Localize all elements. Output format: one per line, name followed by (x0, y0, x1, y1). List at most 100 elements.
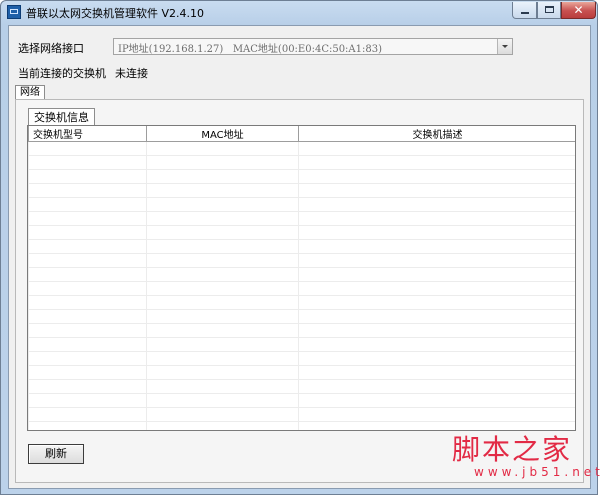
table-cell (146, 407, 299, 422)
table-cell (28, 421, 147, 430)
table-row (28, 141, 575, 156)
switch-table[interactable]: 交换机型号 MAC地址 交换机描述 (27, 125, 576, 431)
maximize-button[interactable] (537, 2, 561, 19)
table-cell (298, 421, 575, 430)
table-cell (298, 407, 575, 422)
table-row (28, 421, 575, 430)
table-cell (28, 253, 147, 268)
table-cell (298, 309, 575, 324)
watermark-url: www.jb51.net (474, 465, 600, 479)
table-cell (298, 281, 575, 296)
table-row (28, 351, 575, 366)
table-cell (146, 351, 299, 366)
table-header-row: 交换机型号 MAC地址 交换机描述 (28, 126, 575, 142)
table-cell (146, 169, 299, 184)
table-cell (298, 351, 575, 366)
table-cell (28, 309, 147, 324)
minimize-button[interactable] (512, 2, 537, 19)
table-cell (146, 365, 299, 380)
table-row (28, 211, 575, 226)
app-window: 普联以太网交换机管理软件 V2.4.10 ✕ 选择网络接口 IP地址(192.1… (0, 0, 598, 495)
minimize-icon (521, 12, 529, 14)
table-cell (298, 295, 575, 310)
table-cell (28, 365, 147, 380)
watermark-logo-text: 脚本之家 (452, 433, 573, 466)
table-cell (298, 169, 575, 184)
table-cell (298, 337, 575, 352)
table-cell (298, 267, 575, 282)
title-bar[interactable]: 普联以太网交换机管理软件 V2.4.10 ✕ (1, 1, 597, 25)
table-cell (28, 197, 147, 212)
network-panel: 交换机信息 交换机型号 MAC地址 交换机描述 刷新 (15, 99, 584, 483)
interface-select-value: IP地址(192.168.1.27) MAC地址(00:E0:4C:50:A1:… (118, 44, 383, 55)
table-cell (28, 225, 147, 240)
table-cell (298, 379, 575, 394)
table-cell (146, 337, 299, 352)
table-row (28, 281, 575, 296)
table-cell (28, 141, 147, 156)
table-row (28, 169, 575, 184)
table-row (28, 295, 575, 310)
table-cell (146, 421, 299, 430)
table-row (28, 379, 575, 394)
tab-switch-info[interactable]: 交换机信息 (28, 108, 95, 126)
table-cell (298, 393, 575, 408)
table-cell (298, 225, 575, 240)
table-cell (28, 155, 147, 170)
table-cell (28, 337, 147, 352)
table-row (28, 337, 575, 352)
table-row (28, 155, 575, 170)
table-row (28, 225, 575, 240)
app-icon[interactable] (7, 5, 21, 19)
interface-select[interactable]: IP地址(192.168.1.27) MAC地址(00:E0:4C:50:A1:… (113, 38, 513, 55)
column-header-model[interactable]: 交换机型号 (28, 126, 147, 142)
table-cell (146, 295, 299, 310)
table-cell (28, 379, 147, 394)
close-icon: ✕ (573, 3, 584, 17)
connection-label: 当前连接的交换机 (18, 67, 106, 80)
tab-network[interactable]: 网络 (15, 85, 45, 100)
table-row (28, 183, 575, 198)
column-header-description[interactable]: 交换机描述 (298, 126, 575, 142)
window-title: 普联以太网交换机管理软件 V2.4.10 (26, 7, 205, 20)
table-cell (298, 253, 575, 268)
close-button[interactable]: ✕ (561, 2, 596, 19)
table-row (28, 407, 575, 422)
table-row (28, 309, 575, 324)
table-cell (298, 211, 575, 226)
table-cell (146, 323, 299, 338)
table-cell (146, 309, 299, 324)
table-cell (298, 323, 575, 338)
table-cell (298, 239, 575, 254)
table-cell (298, 365, 575, 380)
interface-label: 选择网络接口 (18, 42, 84, 55)
table-row (28, 267, 575, 282)
table-cell (146, 253, 299, 268)
refresh-button[interactable]: 刷新 (28, 444, 84, 464)
table-cell (298, 183, 575, 198)
table-cell (146, 141, 299, 156)
table-cell (146, 267, 299, 282)
table-cell (28, 267, 147, 282)
table-cell (28, 183, 147, 198)
table-cell (146, 393, 299, 408)
table-cell (146, 211, 299, 226)
table-cell (28, 211, 147, 226)
table-row (28, 239, 575, 254)
chevron-down-icon[interactable] (497, 39, 512, 54)
table-cell (28, 239, 147, 254)
table-row (28, 253, 575, 268)
table-cell (146, 225, 299, 240)
table-row (28, 393, 575, 408)
table-cell (298, 155, 575, 170)
client-area: 选择网络接口 IP地址(192.168.1.27) MAC地址(00:E0:4C… (8, 25, 591, 489)
connection-status: 未连接 (115, 67, 148, 80)
column-header-mac[interactable]: MAC地址 (146, 126, 299, 142)
table-cell (28, 393, 147, 408)
table-row (28, 365, 575, 380)
table-cell (146, 197, 299, 212)
table-cell (28, 323, 147, 338)
table-cell (146, 281, 299, 296)
table-row (28, 197, 575, 212)
table-cell (298, 197, 575, 212)
